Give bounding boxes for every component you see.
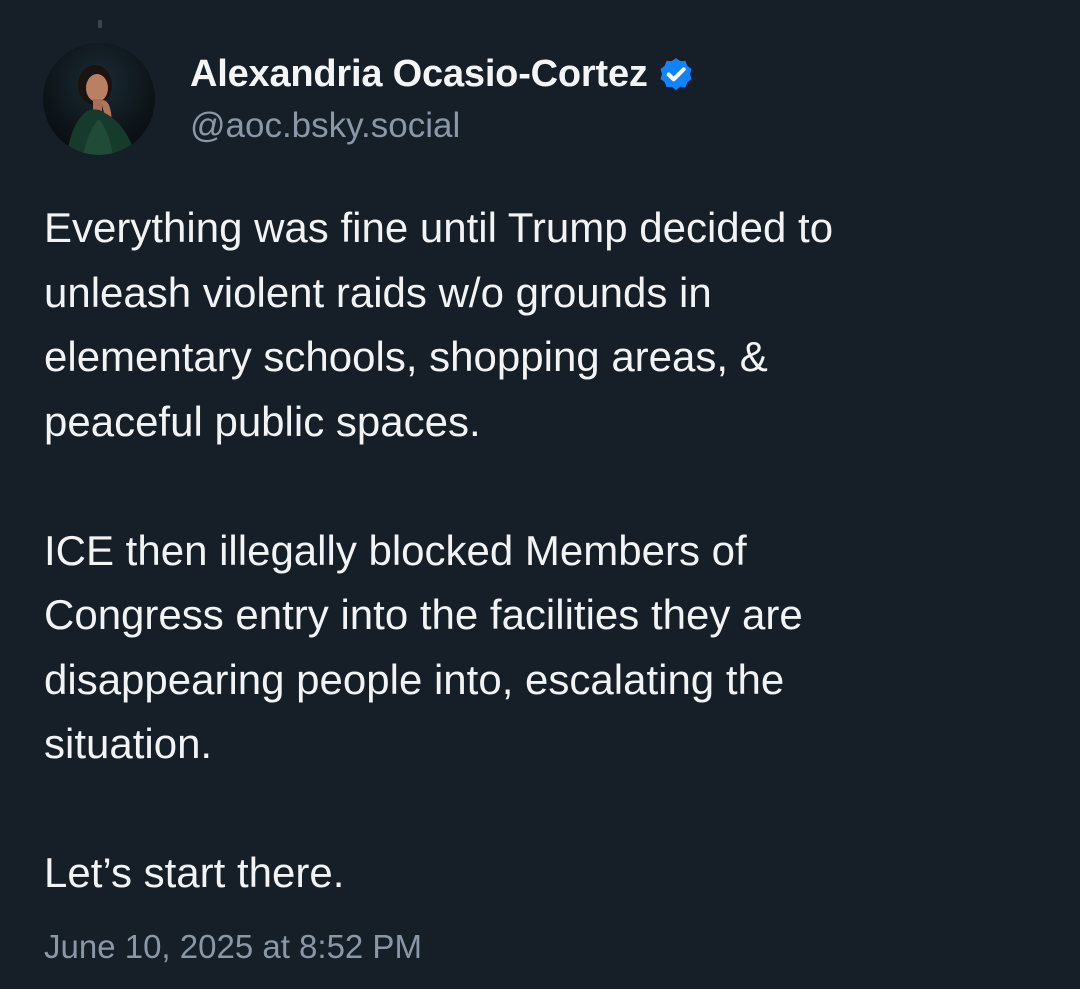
post-text-line: elementary schools, shopping areas, & <box>44 333 768 380</box>
profile-photo-image <box>43 43 155 155</box>
post-paragraph: Let’s start there. <box>44 841 1054 906</box>
post-text-line: ICE then illegally blocked Members of <box>44 526 747 574</box>
post-text-line: peaceful public spaces. <box>44 397 481 445</box>
post-card: Alexandria Ocasio-Cortez @aoc.bsky.socia… <box>0 0 1080 989</box>
post-text-line: unleash violent raids w/o grounds in <box>44 268 712 316</box>
post-text-line: Everything was fine until Trump decided … <box>44 204 834 251</box>
post-paragraph: Everything was fine until Trump decided … <box>44 196 1054 454</box>
verified-checkmark-icon[interactable] <box>656 54 696 94</box>
author-handle[interactable]: @aoc.bsky.social <box>190 106 460 146</box>
display-name[interactable]: Alexandria Ocasio-Cortez <box>190 53 648 96</box>
thread-line <box>98 20 102 28</box>
post-text-line: situation. <box>44 720 213 767</box>
author-row: Alexandria Ocasio-Cortez <box>190 48 696 100</box>
post-text: Everything was fine until Trump decided … <box>44 196 1054 906</box>
post-text-line: Congress entry into the facilities they … <box>44 591 803 638</box>
post-timestamp[interactable]: June 10, 2025 at 8:52 PM <box>44 928 422 966</box>
post-text-line: disappearing people into, escalating the <box>44 655 785 703</box>
post-paragraph: ICE then illegally blocked Members of Co… <box>44 519 1054 777</box>
avatar[interactable] <box>43 43 155 155</box>
post-text-line: Let’s start there. <box>44 849 345 896</box>
